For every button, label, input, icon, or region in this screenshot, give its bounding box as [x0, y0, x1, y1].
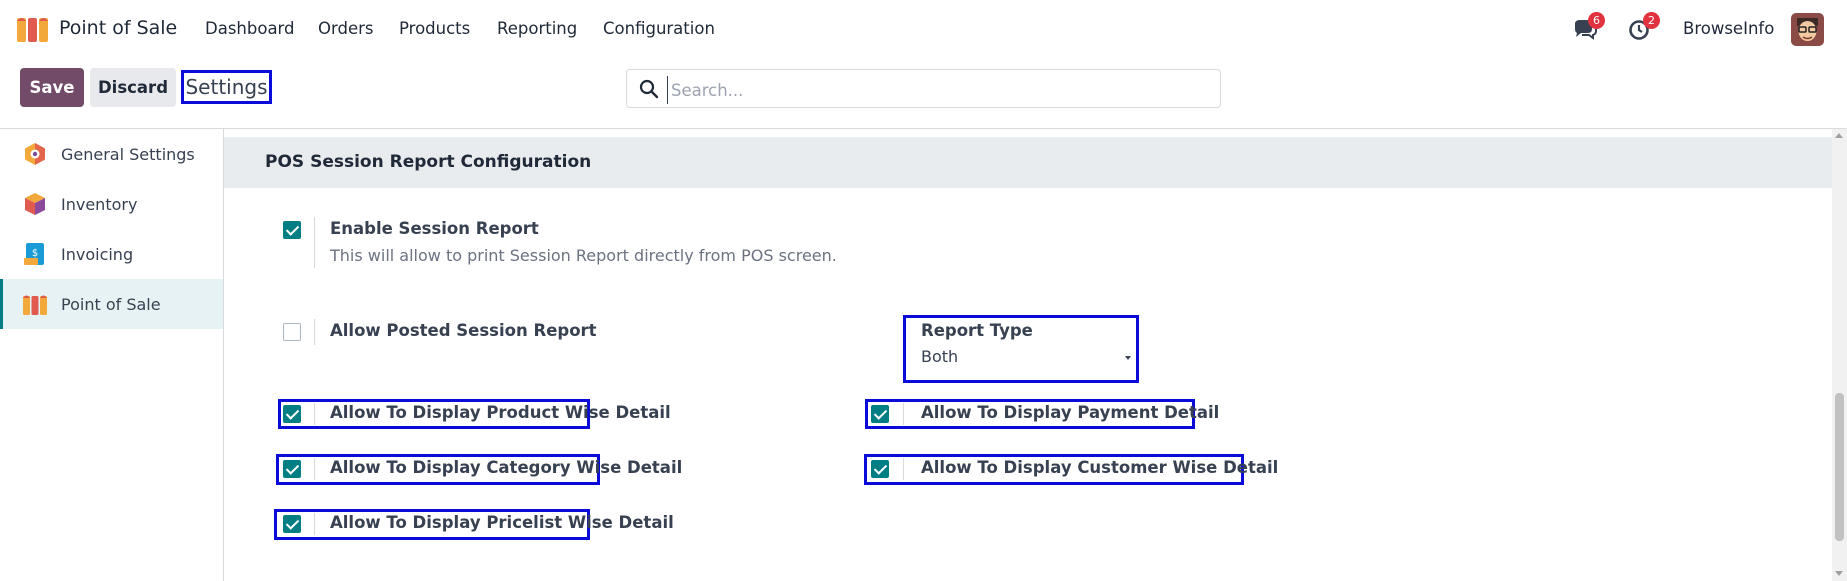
- menu-products[interactable]: Products: [399, 19, 470, 38]
- point-of-sale-app-icon[interactable]: [16, 16, 50, 42]
- search-icon: [639, 79, 659, 99]
- divider: [314, 513, 315, 535]
- allow-posted-session-report-checkbox[interactable]: [283, 323, 301, 341]
- app-name[interactable]: Point of Sale: [59, 17, 177, 39]
- activities-count-badge: 2: [1643, 12, 1660, 29]
- general-settings-icon: [25, 143, 45, 165]
- scroll-down-icon[interactable]: [1835, 571, 1843, 576]
- discard-button[interactable]: Discard: [90, 68, 176, 107]
- enable-session-report-label: Enable Session Report: [330, 219, 539, 238]
- invoicing-icon: $: [24, 243, 44, 265]
- avatar[interactable]: [1791, 13, 1824, 46]
- allow-posted-session-report-label: Allow Posted Session Report: [330, 321, 597, 340]
- report-type-value: Both: [921, 347, 959, 366]
- enable-session-report-checkbox[interactable]: [283, 221, 301, 239]
- chevron-down-icon: [1125, 356, 1131, 360]
- menu-orders[interactable]: Orders: [318, 19, 374, 38]
- activities-button[interactable]: 2: [1627, 12, 1660, 42]
- inventory-icon: [25, 193, 45, 215]
- sidebar-item-invoicing[interactable]: $ Invoicing: [0, 229, 223, 279]
- point-of-sale-icon: [23, 295, 47, 315]
- sidebar-item-inventory[interactable]: Inventory: [0, 179, 223, 229]
- payment-detail-checkbox[interactable]: [871, 405, 889, 423]
- settings-sidebar: General Settings Inventory $ Invoicing P…: [0, 129, 224, 581]
- payment-detail-label: Allow To Display Payment Detail: [921, 403, 1220, 422]
- sidebar-item-general-settings[interactable]: General Settings: [0, 129, 223, 179]
- top-navbar: Point of Sale Dashboard Orders Products …: [0, 0, 1847, 58]
- category-wise-detail-checkbox[interactable]: [283, 460, 301, 478]
- divider: [314, 319, 315, 345]
- pricelist-wise-detail-checkbox[interactable]: [283, 515, 301, 533]
- menu-reporting[interactable]: Reporting: [497, 19, 577, 38]
- messages-count-badge: 6: [1588, 12, 1605, 29]
- enable-session-report-description: This will allow to print Session Report …: [330, 246, 837, 265]
- search-input[interactable]: [667, 76, 1213, 104]
- divider: [903, 403, 904, 425]
- save-button[interactable]: Save: [20, 68, 84, 107]
- menu-dashboard[interactable]: Dashboard: [205, 19, 295, 38]
- product-wise-detail-label: Allow To Display Product Wise Detail: [330, 403, 671, 422]
- menu-configuration[interactable]: Configuration: [603, 19, 715, 38]
- divider: [903, 458, 904, 480]
- settings-content: POS Session Report Configuration Enable …: [224, 129, 1832, 581]
- scrollbar-thumb[interactable]: [1835, 393, 1844, 541]
- sidebar-item-label: General Settings: [61, 144, 195, 164]
- pricelist-wise-detail-label: Allow To Display Pricelist Wise Detail: [330, 513, 674, 532]
- section-title: POS Session Report Configuration: [265, 152, 592, 172]
- svg-text:$: $: [32, 248, 38, 259]
- divider: [314, 217, 315, 268]
- divider: [314, 458, 315, 480]
- section-header: POS Session Report Configuration: [224, 137, 1832, 188]
- report-type-label: Report Type: [921, 321, 1033, 340]
- product-wise-detail-checkbox[interactable]: [283, 405, 301, 423]
- sidebar-item-label: Point of Sale: [61, 294, 161, 314]
- report-type-select[interactable]: Both: [921, 347, 1131, 371]
- customer-wise-detail-label: Allow To Display Customer Wise Detail: [921, 458, 1279, 477]
- page-title: Settings: [181, 70, 272, 104]
- sidebar-item-label: Inventory: [61, 194, 138, 214]
- scroll-up-icon[interactable]: [1835, 133, 1843, 138]
- messages-button[interactable]: 6: [1572, 12, 1605, 42]
- user-avatar-icon: [1791, 13, 1824, 46]
- category-wise-detail-label: Allow To Display Category Wise Detail: [330, 458, 683, 477]
- divider: [314, 403, 315, 425]
- control-panel: Save Discard Settings: [0, 58, 1847, 129]
- sidebar-item-label: Invoicing: [61, 244, 134, 264]
- sidebar-item-point-of-sale[interactable]: Point of Sale: [0, 279, 223, 329]
- user-name[interactable]: BrowseInfo: [1683, 19, 1774, 38]
- search-box[interactable]: [626, 69, 1221, 108]
- customer-wise-detail-checkbox[interactable]: [871, 460, 889, 478]
